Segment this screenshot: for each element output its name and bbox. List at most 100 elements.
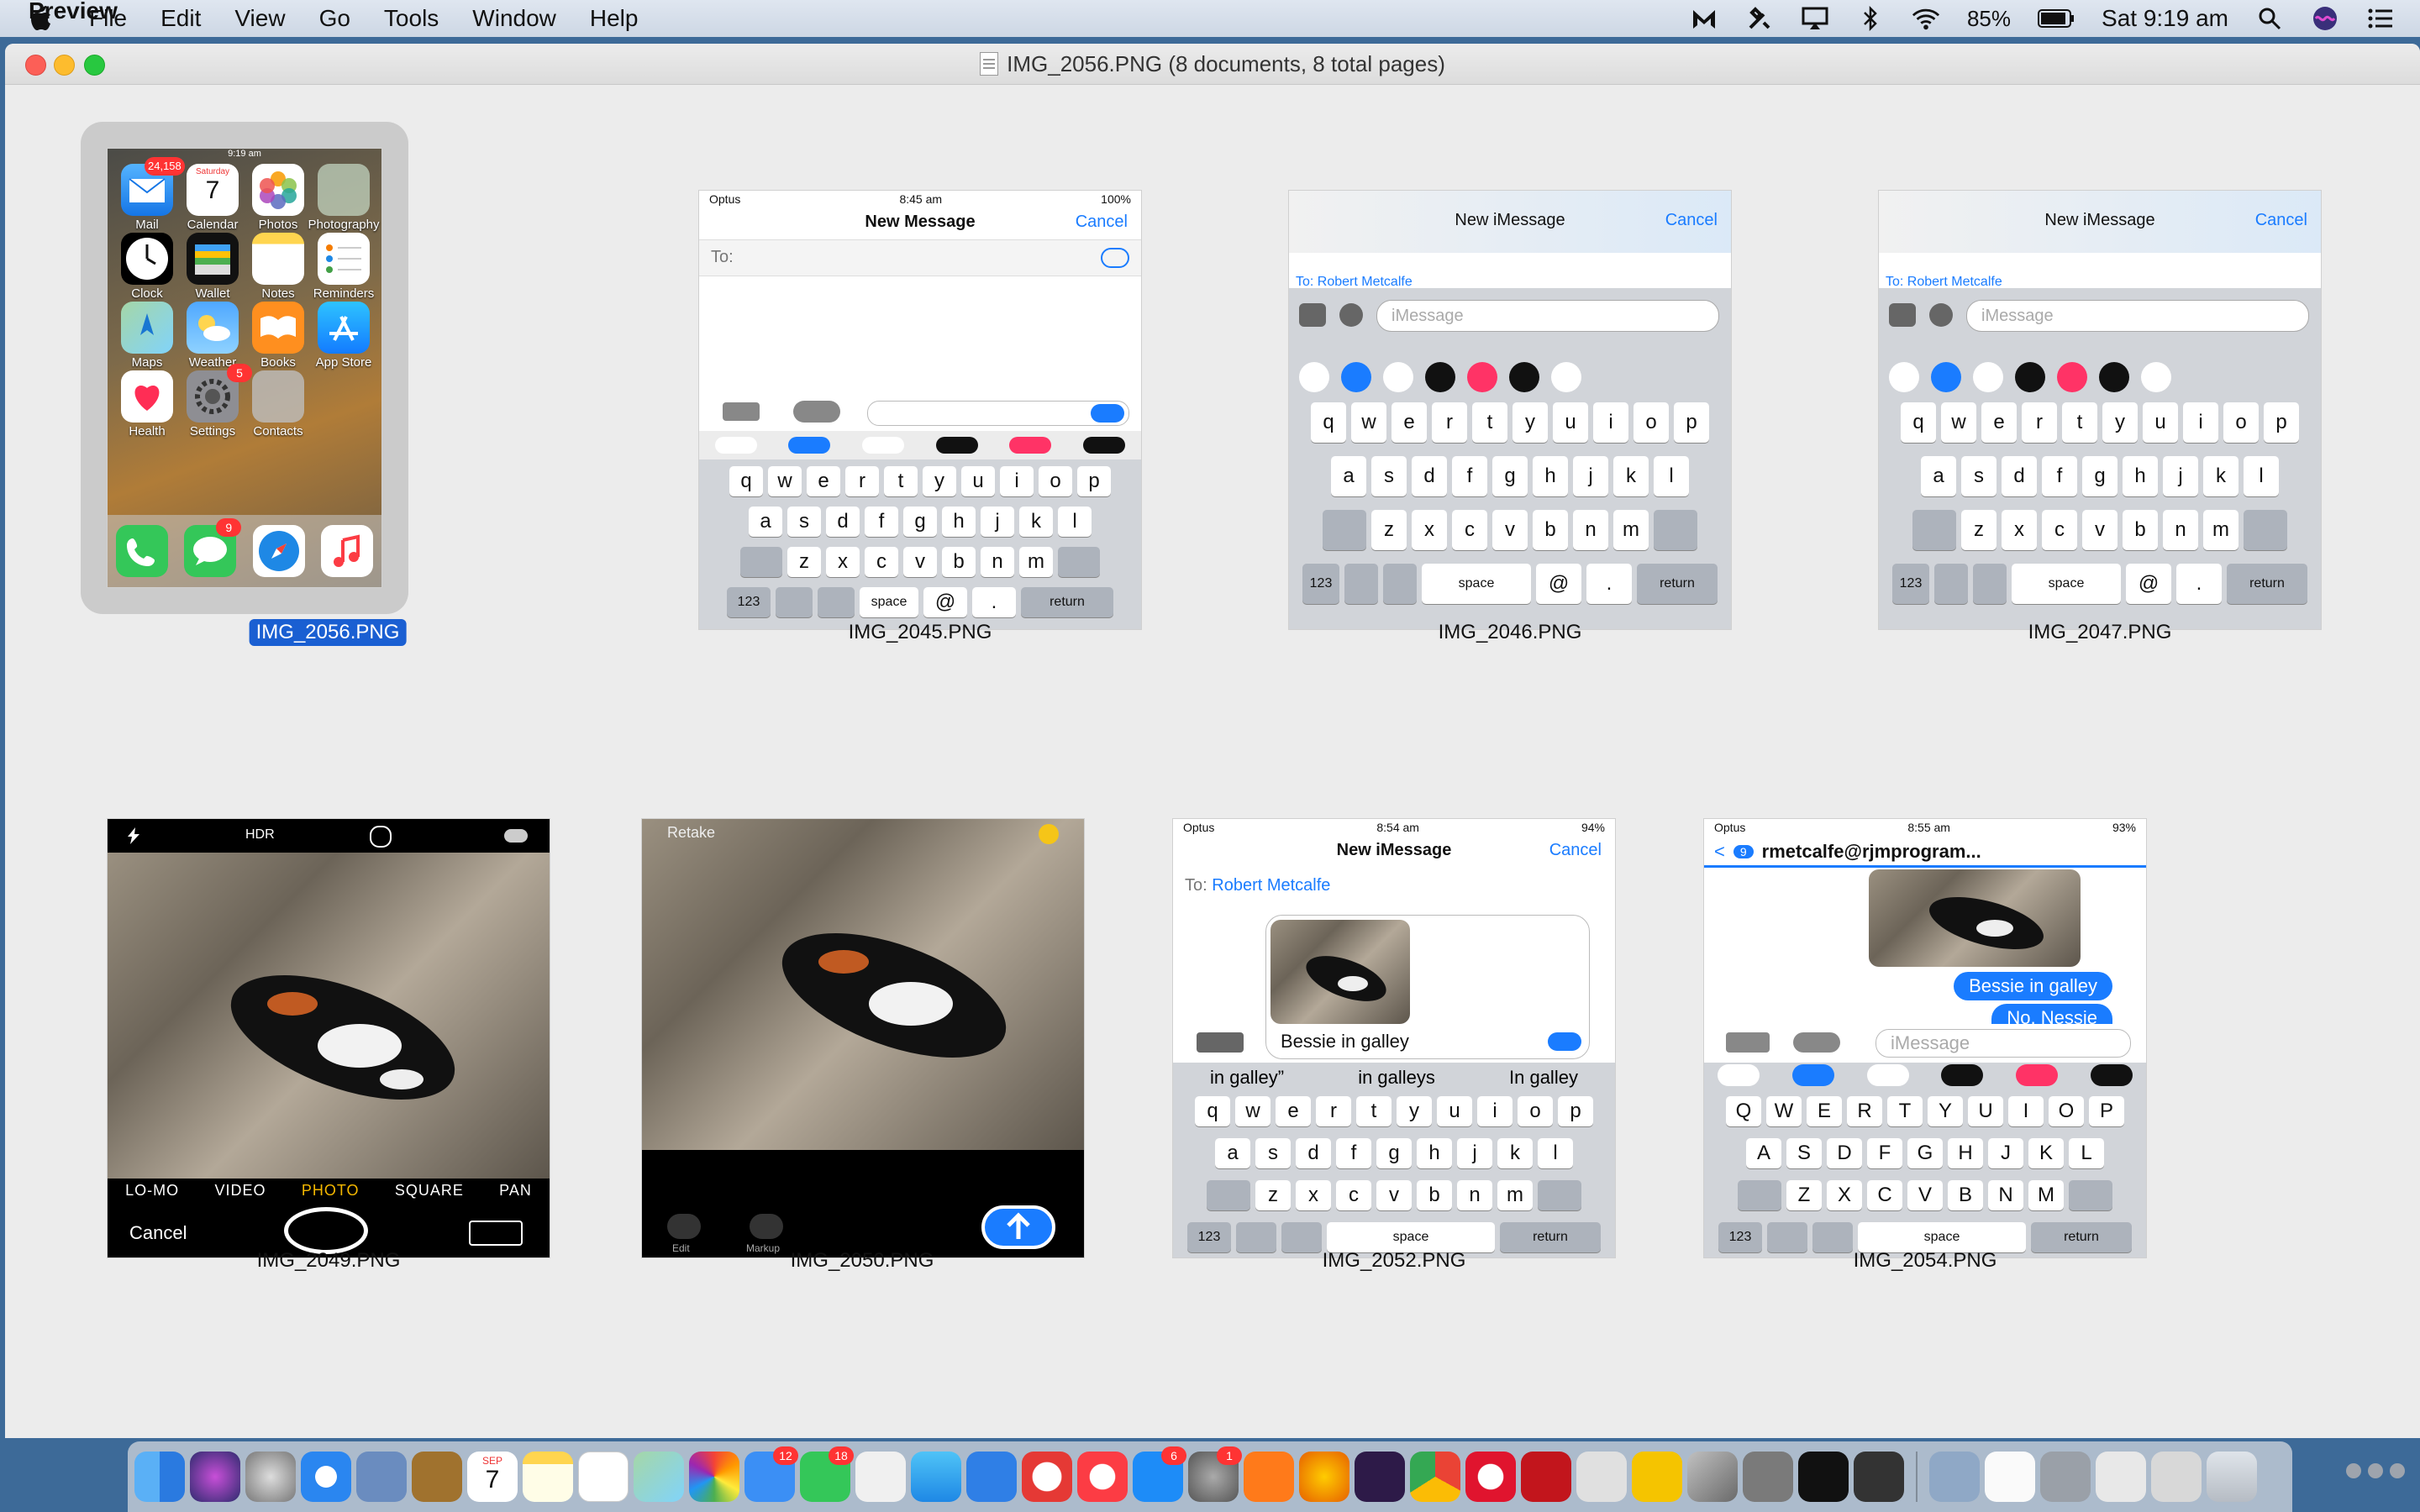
menu-window[interactable]: Window bbox=[455, 0, 573, 37]
menu-clock[interactable]: Sat 9:19 am bbox=[2102, 5, 2228, 32]
trash-icon[interactable] bbox=[2207, 1452, 2257, 1502]
key-v: V bbox=[1907, 1180, 1943, 1210]
keynote-icon[interactable] bbox=[966, 1452, 1017, 1502]
key-v: v bbox=[2082, 510, 2118, 550]
thumbnail-label[interactable]: IMG_2046.PNG bbox=[1432, 619, 1589, 646]
calendar-day-number: 7 bbox=[205, 176, 220, 204]
itunes-icon[interactable] bbox=[1077, 1452, 1128, 1502]
chrome-icon[interactable] bbox=[1410, 1452, 1460, 1502]
messages-dock-icon[interactable]: 12 bbox=[744, 1446, 798, 1502]
document-icon[interactable] bbox=[980, 52, 999, 76]
amazon-icon[interactable] bbox=[1244, 1452, 1294, 1502]
preview-dock-icon[interactable] bbox=[1929, 1452, 1980, 1502]
photos-dock-icon[interactable] bbox=[689, 1452, 739, 1502]
menu-help[interactable]: Help bbox=[573, 0, 655, 37]
status-time: 8:54 am bbox=[1376, 821, 1419, 834]
printer-icon[interactable] bbox=[2040, 1452, 2091, 1502]
notes-dock-icon[interactable] bbox=[523, 1452, 573, 1502]
thumbnail-img-2045[interactable]: Optus 8:45 am 100% New Message Cancel To… bbox=[699, 191, 1141, 629]
news-icon[interactable] bbox=[1022, 1452, 1072, 1502]
reminders-dock-icon[interactable] bbox=[578, 1452, 629, 1502]
battery-icon[interactable] bbox=[2038, 6, 2075, 31]
numbers-icon[interactable] bbox=[911, 1452, 961, 1502]
key-f: F bbox=[1867, 1138, 1902, 1168]
contacts-dock-icon[interactable] bbox=[412, 1452, 462, 1502]
siri-dock-icon[interactable] bbox=[190, 1452, 240, 1502]
key-t: t bbox=[1356, 1096, 1392, 1126]
key-l: l bbox=[1058, 507, 1092, 537]
ios-keyboard: qwertyuiop asdfghjkl zxcvbnm 123 space @… bbox=[699, 431, 1141, 629]
system-preferences-icon[interactable]: 1 bbox=[1188, 1446, 1242, 1502]
key-z: z bbox=[787, 547, 821, 577]
notification-center-icon[interactable] bbox=[2366, 6, 2395, 31]
status-battery: 93% bbox=[2112, 821, 2136, 834]
thumbnail-label[interactable]: IMG_2050.PNG bbox=[784, 1247, 941, 1274]
settings-badge: 5 bbox=[227, 364, 252, 382]
menu-tools[interactable]: Tools bbox=[367, 0, 455, 37]
message-input-placeholder: iMessage bbox=[1981, 307, 2054, 325]
firefox-icon[interactable] bbox=[1299, 1452, 1349, 1502]
finder-icon[interactable] bbox=[134, 1452, 185, 1502]
terminal-icon[interactable] bbox=[1798, 1452, 1849, 1502]
malwarebytes-icon[interactable] bbox=[1690, 6, 1718, 31]
thumbnail-img-2049[interactable]: HDR LO-MO VIDEO PHOTO SQUARE PAN Cancel bbox=[108, 819, 550, 1257]
key-at: @ bbox=[2126, 564, 2171, 604]
title-bar[interactable]: IMG_2056.PNG (8 documents, 8 total pages… bbox=[5, 44, 2420, 85]
airplay-icon[interactable] bbox=[1801, 6, 1829, 31]
tools-status-icon[interactable] bbox=[1745, 6, 1774, 31]
key-z: z bbox=[1371, 510, 1407, 550]
gimp-icon[interactable] bbox=[1743, 1452, 1793, 1502]
edit-icon bbox=[667, 1214, 701, 1239]
app-store-dock-icon[interactable]: 6 bbox=[1133, 1446, 1186, 1502]
photoshop-icon[interactable] bbox=[1355, 1452, 1405, 1502]
textedit-icon[interactable] bbox=[1985, 1452, 2035, 1502]
siri-icon[interactable] bbox=[2311, 6, 2339, 31]
mail-badge: 24,158 bbox=[145, 157, 185, 176]
bluetooth-icon[interactable] bbox=[1856, 6, 1885, 31]
calendar-dock-icon[interactable]: SEP 7 bbox=[467, 1452, 518, 1502]
key-period: . bbox=[2176, 564, 2222, 604]
menu-edit[interactable]: Edit bbox=[144, 0, 218, 37]
safari-dock-icon[interactable] bbox=[301, 1452, 351, 1502]
battery-percentage[interactable]: 85% bbox=[1967, 6, 2011, 32]
thumbnail-img-2046[interactable]: New iMessage Cancel To: Robert Metcalfe … bbox=[1289, 191, 1731, 629]
mail-stamp-icon[interactable] bbox=[356, 1452, 407, 1502]
thumbnail-label[interactable]: IMG_2054.PNG bbox=[1847, 1247, 2004, 1274]
thumbnail-img-2054[interactable]: Optus 8:55 am 93% < 9 rmetcalfe@rjmprogr… bbox=[1704, 819, 2146, 1257]
thumbnail-img-2052[interactable]: Optus 8:54 am 94% New iMessage Cancel To… bbox=[1173, 819, 1615, 1257]
dog-photo bbox=[108, 853, 550, 1179]
documents-stack-icon[interactable] bbox=[2151, 1452, 2202, 1502]
key-m: M bbox=[2028, 1180, 2064, 1210]
thumbnail-img-2047[interactable]: New iMessage Cancel To: Robert Metcalfe … bbox=[1879, 191, 2321, 629]
pages-icon[interactable] bbox=[855, 1452, 906, 1502]
maps-dock-icon[interactable] bbox=[634, 1452, 684, 1502]
thumbnail-img-2056[interactable]: 9:19 am 24,158 Mail Saturday 7 Calendar … bbox=[108, 149, 381, 587]
menu-go[interactable]: Go bbox=[302, 0, 367, 37]
opera-icon[interactable] bbox=[1465, 1452, 1516, 1502]
spotlight-search-icon[interactable] bbox=[2255, 6, 2284, 31]
facetime-icon[interactable]: 18 bbox=[800, 1446, 854, 1502]
thumbnail-label[interactable]: IMG_2047.PNG bbox=[2022, 619, 2179, 646]
camera-bottom-bar: LO-MO VIDEO PHOTO SQUARE PAN Cancel bbox=[108, 1179, 550, 1257]
downloads-stack-icon[interactable] bbox=[2096, 1452, 2146, 1502]
sent-photo bbox=[1869, 869, 2081, 967]
thumbnail-label[interactable]: IMG_2045.PNG bbox=[842, 619, 999, 646]
filezilla-icon[interactable] bbox=[1521, 1452, 1571, 1502]
xcode-icon[interactable] bbox=[1687, 1452, 1738, 1502]
launchpad-icon[interactable] bbox=[245, 1452, 296, 1502]
bee-app-icon[interactable] bbox=[1632, 1452, 1682, 1502]
thumbnail-label[interactable]: IMG_2056.PNG bbox=[249, 619, 407, 646]
timer-icon bbox=[370, 826, 392, 848]
menu-view[interactable]: View bbox=[218, 0, 302, 37]
inkscape-icon[interactable] bbox=[1854, 1452, 1904, 1502]
thumbnail-img-2050[interactable]: Retake Edit Markup bbox=[642, 819, 1084, 1257]
key-h: h bbox=[1417, 1138, 1452, 1168]
key-n: n bbox=[1573, 510, 1608, 550]
menu-app-preview[interactable]: Preview bbox=[0, 0, 118, 45]
wifi-icon[interactable] bbox=[1912, 6, 1940, 31]
key-j: J bbox=[1988, 1138, 2023, 1168]
thumbnail-label[interactable]: IMG_2052.PNG bbox=[1316, 1247, 1473, 1274]
thumbnail-label[interactable]: IMG_2049.PNG bbox=[250, 1247, 408, 1274]
key-w: w bbox=[1235, 1096, 1270, 1126]
elephant-app-icon[interactable] bbox=[1576, 1452, 1627, 1502]
